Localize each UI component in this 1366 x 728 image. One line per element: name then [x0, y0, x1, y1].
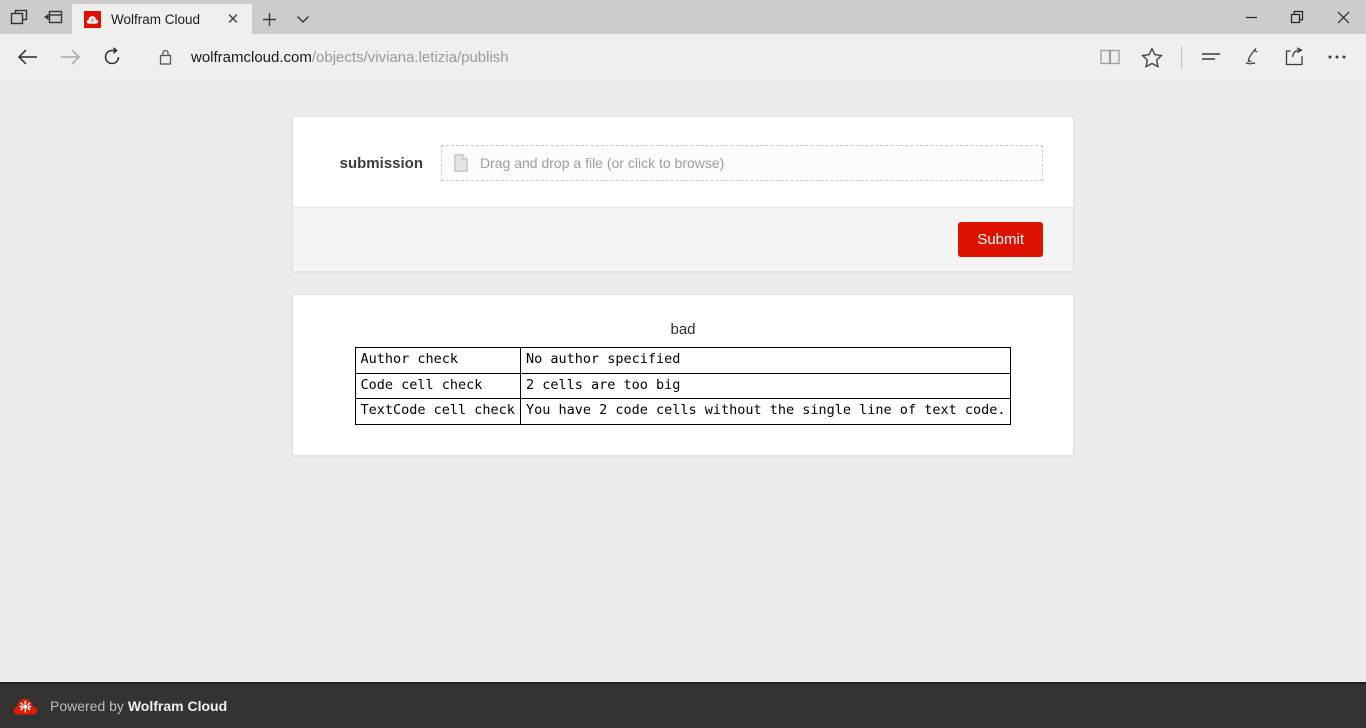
browser-window: Wolfram Cloud ✕ wolframcloud.com/objects…	[0, 0, 1366, 728]
footer-text: Powered by Wolfram Cloud	[50, 698, 227, 714]
window-restore-button[interactable]	[1274, 0, 1320, 34]
dropzone-placeholder: Drag and drop a file (or click to browse…	[480, 155, 725, 171]
lock-icon	[158, 48, 173, 66]
submission-label: submission	[339, 154, 423, 172]
settings-more-icon[interactable]	[1316, 37, 1358, 77]
tab-preview-icon[interactable]	[2, 0, 36, 34]
page-content: submission Drag and drop a file (or clic…	[0, 80, 1366, 456]
result-card: bad Author check No author specified Cod…	[292, 294, 1074, 456]
file-dropzone[interactable]: Drag and drop a file (or click to browse…	[441, 145, 1043, 181]
refresh-button[interactable]	[92, 37, 132, 77]
new-tab-button[interactable]	[252, 4, 286, 34]
address-bar[interactable]: wolframcloud.com/objects/viviana.letizia…	[148, 38, 1081, 76]
set-tabs-aside-icon[interactable]	[36, 0, 70, 34]
tab-title: Wolfram Cloud	[111, 11, 201, 27]
result-table: Author check No author specified Code ce…	[354, 347, 1012, 425]
back-button[interactable]	[8, 37, 48, 77]
wolfram-cloud-logo	[12, 692, 40, 720]
check-name: TextCode cell check	[354, 398, 521, 425]
result-table-body: Author check No author specified Code ce…	[354, 347, 1012, 425]
submission-form-card: submission Drag and drop a file (or clic…	[292, 116, 1074, 272]
check-message: No author specified	[519, 347, 1012, 374]
hub-icon[interactable]	[1190, 37, 1232, 77]
result-table-wrapper: Author check No author specified Code ce…	[293, 347, 1073, 425]
window-minimize-button[interactable]	[1228, 0, 1274, 34]
check-name: Code cell check	[354, 372, 521, 400]
table-row: Code cell check 2 cells are too big	[354, 372, 1012, 400]
star-icon[interactable]	[1131, 37, 1173, 77]
check-message: You have 2 code cells without the single…	[519, 398, 1012, 425]
footer-brand: Wolfram Cloud	[127, 698, 228, 714]
window-close-button[interactable]	[1320, 0, 1366, 34]
forward-button[interactable]	[50, 37, 90, 77]
result-title: bad	[670, 321, 696, 338]
wolfram-cloud-favicon	[84, 10, 101, 28]
window-controls	[1228, 0, 1366, 34]
file-icon	[454, 154, 468, 172]
form-body: submission Drag and drop a file (or clic…	[293, 117, 1073, 207]
navigation-bar: wolframcloud.com/objects/viviana.letizia…	[0, 34, 1366, 80]
browser-tab[interactable]: Wolfram Cloud ✕	[72, 4, 252, 34]
url-host: wolframcloud.com	[191, 48, 312, 66]
reading-view-icon[interactable]	[1089, 37, 1131, 77]
toolbar-right	[1089, 37, 1358, 77]
table-row: TextCode cell check You have 2 code cell…	[354, 398, 1012, 425]
toolbar-divider	[1181, 46, 1182, 68]
web-notes-icon[interactable]	[1232, 37, 1274, 77]
form-footer: Submit	[293, 207, 1073, 271]
tab-bar-left-controls	[0, 0, 72, 34]
table-row: Author check No author specified	[354, 347, 1012, 374]
url-path: /objects/viviana.letizia/publish	[311, 48, 509, 66]
check-message: 2 cells are too big	[519, 372, 1012, 400]
tab-close-icon[interactable]: ✕	[220, 6, 246, 32]
title-bar: Wolfram Cloud ✕	[0, 0, 1366, 34]
page-viewport: submission Drag and drop a file (or clic…	[0, 80, 1366, 682]
footer-prefix: Powered by	[50, 698, 128, 714]
share-icon[interactable]	[1274, 37, 1316, 77]
check-name: Author check	[354, 347, 521, 374]
url-text: wolframcloud.com/objects/viviana.letizia…	[191, 49, 509, 66]
chevron-down-icon[interactable]	[286, 4, 320, 34]
page-footer: Powered by Wolfram Cloud	[0, 682, 1366, 728]
submit-button[interactable]: Submit	[958, 222, 1043, 257]
